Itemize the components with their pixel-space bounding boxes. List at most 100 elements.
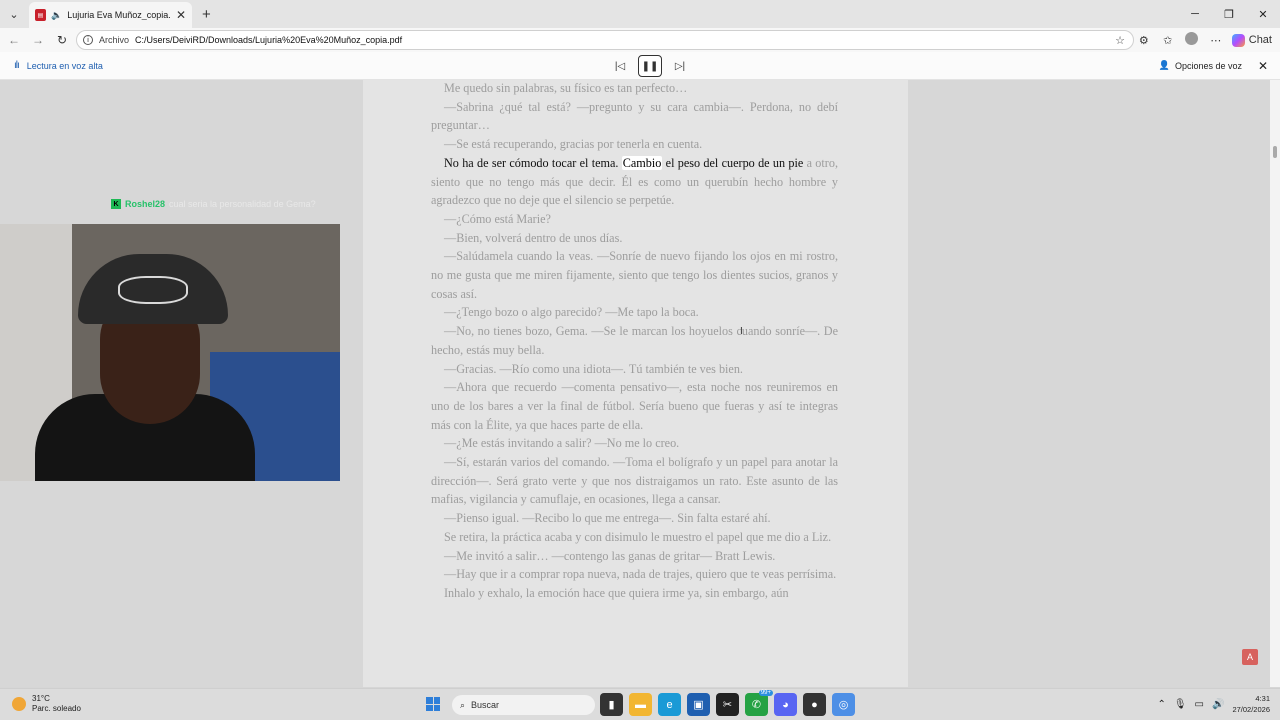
voice-options-button[interactable]: 👤 Opciones de voz (1159, 60, 1242, 71)
page-text: Me quedo sin palabras, su físico es tan … (431, 80, 838, 603)
audio-wave-icon: ılı (14, 60, 20, 71)
scroll-thumb[interactable] (1273, 146, 1277, 158)
info-icon[interactable]: i (83, 35, 93, 45)
paragraph: —¿Me estás invitando a salir? —No me lo … (444, 436, 680, 451)
edge-icon[interactable]: e (658, 693, 681, 716)
read-aloud-bar: ılı Lectura en voz alta |◁ ❚❚ ▷| 👤 Opcio… (0, 52, 1280, 80)
whatsapp-icon[interactable]: ✆ 99+ (745, 690, 773, 716)
tab-title: Lujuria Eva Muñoz_copia.pdf (67, 10, 171, 20)
minimize-button[interactable]: ─ (1178, 0, 1212, 28)
capcut-icon[interactable]: ✂ (716, 693, 739, 716)
paragraph: —Hay que ir a comprar ropa nueva, nada d… (444, 567, 837, 582)
close-window-button[interactable]: ✕ (1246, 0, 1280, 28)
chat-label: Chat (1248, 34, 1272, 46)
copilot-icon (1231, 33, 1245, 47)
active-read-sentence: No ha de ser cómodo tocar el tema. Cambi… (444, 155, 804, 170)
system-tray: ⌃ 🎙 ▭ 🔊 4:31 27/02/2026 (1157, 693, 1270, 715)
pdf-page: Me quedo sin palabras, su físico es tan … (363, 80, 908, 687)
window-controls: ─ ❐ ✕ (1178, 0, 1280, 28)
stream-chat-message: K Roshel28 cual seria la personalidad de… (111, 199, 316, 209)
clock[interactable]: 4:31 27/02/2026 (1232, 693, 1270, 715)
playback-controls: |◁ ❚❚ ▷| (608, 55, 692, 77)
discord-icon[interactable]: ◕ (774, 693, 797, 716)
paragraph: —Pienso igual. —Recibo lo que me entrega… (444, 511, 771, 526)
url-text[interactable]: C:/Users/DeiviRD/Downloads/Lujuria%20Eva… (135, 35, 402, 45)
paragraph: No ha de ser cómodo tocar el tema. Cambi… (431, 154, 838, 210)
taskbar-search-box[interactable]: ⌕ Buscar (452, 695, 595, 715)
webcam-cap-logo (118, 276, 188, 304)
paragraph: —Sí, estarán varios del comando. —Toma e… (431, 455, 838, 507)
refresh-icon[interactable]: ↻ (50, 33, 74, 47)
read-aloud-label: Lectura en voz alta (26, 60, 103, 71)
new-tab-button[interactable]: + (202, 6, 211, 23)
store-icon[interactable]: ▣ (687, 693, 710, 716)
chevron-up-icon[interactable]: ⌃ (1157, 699, 1165, 710)
back-arrow-icon[interactable]: ← (2, 33, 26, 47)
more-menu-icon[interactable]: ⋯ (1204, 34, 1228, 47)
copilot-chat-button[interactable]: Chat (1228, 33, 1280, 47)
current-word-highlight: Cambio (621, 155, 663, 170)
chat-text: cual seria la personalidad de Gema? (169, 199, 316, 209)
paragraph: —Gracias. —Río como una idiota—. Tú tamb… (444, 361, 743, 376)
weather-text: 31°C Parc. soleado (32, 694, 81, 714)
voice-options-label: Opciones de voz (1174, 60, 1242, 71)
paragraph: —¿Tengo bozo o algo parecido? —Me tapo l… (444, 305, 699, 320)
restore-button[interactable]: ❐ (1212, 0, 1246, 28)
sentence-before: No ha de ser cómodo tocar el tema. (444, 155, 622, 170)
toolbar-right: ⚙ ✩ ⋯ Chat (1132, 28, 1280, 52)
volume-icon[interactable]: 🔊 (1212, 699, 1224, 710)
taskbar-apps: ▮ ▬ e ▣ ✂ ✆ 99+ ◕ ● ◎ (600, 690, 855, 716)
favorites-icon[interactable]: ✩ (1156, 34, 1180, 47)
chat-username: Roshel28 (125, 199, 166, 209)
text-cursor-icon: I (740, 326, 743, 337)
obs-icon[interactable]: ● (803, 693, 826, 716)
webcam-overlay (0, 224, 340, 481)
read-aloud-label-group: ılı Lectura en voz alta (14, 60, 103, 71)
paragraph: Se retira, la práctica acaba y con disim… (444, 529, 832, 544)
paragraph: —Bien, volverá dentro de unos días. (444, 230, 623, 245)
close-read-aloud-icon[interactable]: ✕ (1258, 59, 1268, 73)
weather-temperature: 31°C (32, 694, 50, 703)
microphone-icon[interactable]: 🎙 (1174, 699, 1187, 710)
paragraph: —Ahora que recuerdo —comenta pensativo—,… (431, 380, 838, 432)
partly-sunny-icon (12, 697, 26, 711)
taskbar: 31°C Parc. soleado ⌕ Buscar ▮ ▬ e ▣ ✂ ✆ 9… (0, 688, 1280, 720)
search-placeholder: Buscar (471, 700, 500, 710)
url-scheme-label: Archivo (99, 35, 130, 45)
weather-description: Parc. soleado (32, 704, 81, 713)
scrollbar[interactable] (1270, 80, 1280, 687)
favorite-star-icon[interactable]: ☆ (1115, 34, 1125, 47)
paragraph: —Se está recuperando, gracias por tenerl… (444, 137, 703, 152)
paragraph: —Salúdamela cuando la veas. —Sonríe de n… (431, 249, 838, 301)
paragraph: Inhalo y exhalo, la emoción hace que qui… (444, 585, 789, 600)
tab-actions-chevron-icon[interactable]: ⌄ (3, 3, 25, 25)
tab-active[interactable]: ▤ 🔈 Lujuria Eva Muñoz_copia.pdf ✕ (29, 2, 192, 28)
chrome-icon[interactable]: ◎ (832, 693, 855, 716)
address-bar: ← → ↻ i Archivo C:/Users/DeiviRD/Downloa… (0, 28, 1280, 52)
task-view-icon[interactable]: ▮ (600, 693, 623, 716)
close-icon[interactable]: ✕ (176, 8, 186, 22)
clock-time: 4:31 (1255, 694, 1270, 703)
pdf-icon: ▤ (35, 9, 46, 21)
paragraph: —Me invitó a salir… —contengo las ganas … (444, 548, 776, 563)
pause-icon[interactable]: ❚❚ (638, 55, 662, 77)
profile-avatar[interactable] (1180, 32, 1204, 48)
tab-bar: ⌄ ▤ 🔈 Lujuria Eva Muñoz_copia.pdf ✕ + ─ … (0, 0, 1280, 28)
windows-start-icon[interactable] (426, 697, 440, 711)
url-input[interactable]: i Archivo C:/Users/DeiviRD/Downloads/Luj… (76, 30, 1134, 50)
next-icon[interactable]: ▷| (668, 55, 692, 77)
sentence-after: el peso del cuerpo de un pie (662, 155, 804, 170)
weather-widget[interactable]: 31°C Parc. soleado (12, 694, 81, 714)
network-icon[interactable]: ▭ (1195, 699, 1204, 710)
extensions-icon[interactable]: ⚙ (1132, 34, 1156, 47)
paragraph: —¿Cómo está Marie? (444, 211, 551, 226)
kick-badge: K (111, 199, 121, 209)
clock-date: 27/02/2026 (1232, 705, 1270, 714)
previous-icon[interactable]: |◁ (608, 55, 632, 77)
search-icon: ⌕ (460, 699, 466, 710)
adobe-acrobat-icon[interactable]: A (1242, 649, 1258, 665)
speaker-icon[interactable]: 🔈 (51, 10, 62, 21)
forward-arrow-icon[interactable]: → (26, 33, 50, 47)
whatsapp-badge: 99+ (758, 690, 773, 696)
file-explorer-icon[interactable]: ▬ (629, 693, 652, 716)
